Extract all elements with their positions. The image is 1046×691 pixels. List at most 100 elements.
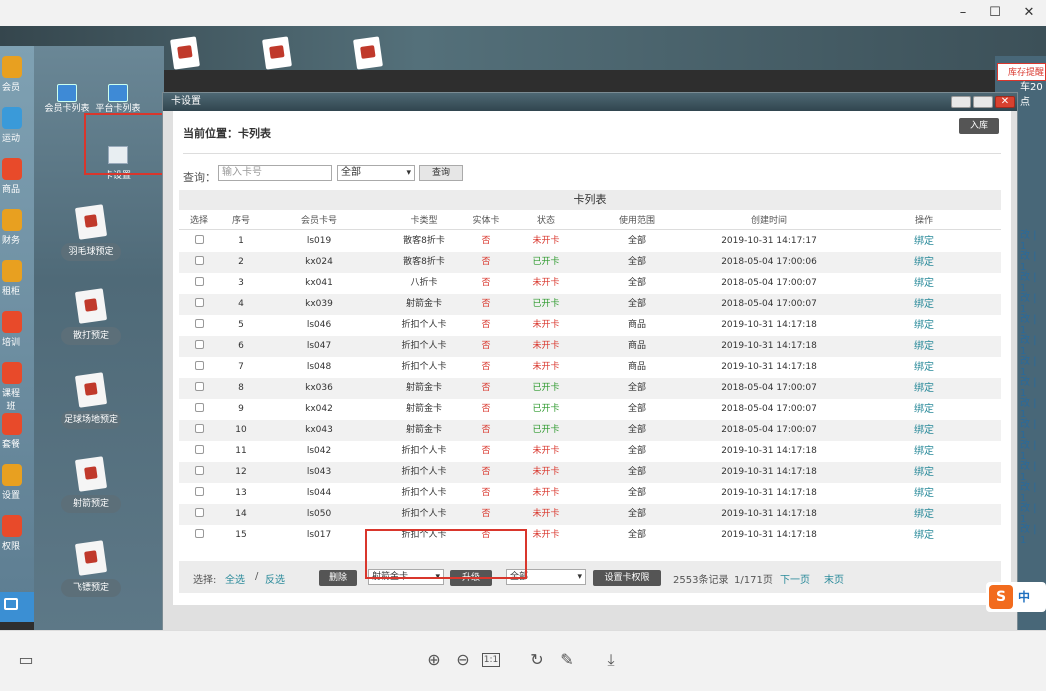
stock-in-button[interactable]: 入库 [959,118,999,134]
delete-button[interactable]: 删除 [319,570,357,586]
next-page-link[interactable]: 下一页 [780,571,810,586]
zoom-out-icon[interactable]: ⊖ [452,649,474,671]
row-checkbox[interactable] [194,445,204,454]
edit-icon[interactable]: ✎ [556,649,578,671]
row-checkbox[interactable] [194,529,204,538]
maximize-button[interactable]: ☐ [985,4,1005,22]
menu-icon [2,260,22,282]
left-menu-item[interactable]: 会员 [0,54,34,102]
menu-label: 商品 [1,185,20,195]
left-menu-item[interactable]: 权限 [0,513,34,561]
table-row: 1 ls019 散客8折卡 否 未开卡 全部 2019-10-31 14:17:17 绑定 [179,231,1001,252]
left-menu-item[interactable]: 设置 [0,462,34,510]
minimize-button[interactable]: – [953,4,973,22]
cell-physical: 否 [481,236,491,246]
bind-link[interactable]: 绑定 [879,252,969,273]
shortcut-label: 散打预定 [61,327,121,345]
desktop-shortcut[interactable]: 羽毛球预定 [56,204,126,261]
row-checkbox-cell [179,504,219,525]
bind-link[interactable]: 绑定 [879,420,969,441]
start-icon[interactable] [0,592,34,622]
row-checkbox[interactable] [194,361,204,370]
desktop-shortcut[interactable]: 飞镖预定 [56,540,126,597]
bind-link[interactable]: 绑定 [879,525,969,546]
bind-link[interactable]: 绑定 [879,336,969,357]
row-checkbox[interactable] [194,466,204,475]
close-button[interactable]: ✕ [1019,4,1039,22]
row-checkbox[interactable] [194,382,204,391]
left-menu-item[interactable]: 租柜 [0,258,34,306]
cell-physical: 否 [481,383,491,393]
desktop-shortcut[interactable]: 足球场地预定 [56,372,126,429]
cell-card: kx036 [305,383,333,393]
platform-card-list-shortcut[interactable]: 平台卡列表 [95,84,141,114]
cell-card: ls048 [306,362,332,372]
cell-physical: 否 [481,425,491,435]
bind-link[interactable]: 绑定 [879,441,969,462]
query-filter-select[interactable]: 全部 [337,165,415,181]
select-all-link[interactable]: 全选 [225,571,245,586]
dialog-maximize-button[interactable] [973,96,993,108]
row-checkbox[interactable] [194,256,204,265]
cell-status: 未开卡 [532,341,560,351]
ime-toolbar[interactable]: S 中 [986,582,1046,612]
download-icon[interactable]: ⤓ [600,649,622,671]
dialog-close-button[interactable]: ✕ [995,96,1015,108]
ime-mode[interactable]: 中 [1018,588,1030,605]
left-menu-item[interactable]: 财务 [0,207,34,255]
bind-link[interactable]: 绑定 [879,399,969,420]
row-checkbox[interactable] [194,277,204,286]
invert-selection-link[interactable]: 反选 [265,571,285,586]
zoom-in-icon[interactable]: ⊕ [423,649,445,671]
bind-link[interactable]: 绑定 [879,504,969,525]
cell-card: ls050 [306,509,332,519]
left-menu-item[interactable]: 运动 [0,105,34,153]
dialog-minimize-button[interactable] [951,96,971,108]
row-checkbox[interactable] [194,298,204,307]
bind-link[interactable]: 绑定 [879,357,969,378]
row-checkbox[interactable] [194,235,204,244]
row-checkbox[interactable] [194,508,204,517]
actual-size-icon[interactable]: 1:1 [482,653,500,667]
desktop-shortcut[interactable]: 射箭预定 [56,456,126,513]
desktop-shortcut[interactable]: 散打预定 [56,288,126,345]
row-checkbox[interactable] [194,487,204,496]
cell-created: 2019-10-31 14:17:18 [721,320,817,330]
left-menu-item[interactable]: 商品 [0,156,34,204]
bind-link[interactable]: 绑定 [879,483,969,504]
cell-card: ls044 [306,488,332,498]
cell-status: 未开卡 [532,530,560,540]
bind-link[interactable]: 绑定 [879,231,969,252]
cell-type: 折扣个人卡 [401,509,447,519]
query-button[interactable]: 查询 [419,165,463,181]
menu-label: 培训 [1,338,20,348]
row-checkbox[interactable] [194,403,204,412]
card-number-input[interactable]: 输入卡号 [218,165,332,181]
booking-icon [74,372,108,408]
bind-link[interactable]: 绑定 [879,273,969,294]
bind-link[interactable]: 绑定 [879,378,969,399]
left-menu-item[interactable]: 课程班 [0,360,34,412]
row-checkbox[interactable] [194,340,204,349]
thumbnail-icon[interactable]: ▭ [15,649,37,671]
row-checkbox[interactable] [194,424,204,433]
member-card-list-shortcut[interactable]: 会员卡列表 [44,84,90,114]
row-checkbox-cell [179,273,219,294]
cell-physical: 否 [481,404,491,414]
row-checkbox-cell [179,378,219,399]
cell-type: 折扣个人卡 [401,362,447,372]
left-menu-item[interactable]: 培训 [0,309,34,357]
shortcut-label: 会员卡列表 [44,104,90,114]
last-page-link[interactable]: 末页 [824,571,844,586]
bind-link[interactable]: 绑定 [879,294,969,315]
cell-card: ls043 [306,467,332,477]
bind-link[interactable]: 绑定 [879,462,969,483]
row-checkbox[interactable] [194,319,204,328]
set-card-permission-button[interactable]: 设置卡权限 [593,570,661,586]
rotate-icon[interactable]: ↻ [526,649,548,671]
table-row: 8 kx036 射箭金卡 否 已开卡 全部 2018-05-04 17:00:07 绑定 [179,378,1001,399]
left-menu-item[interactable]: 套餐 [0,411,34,459]
cell-status: 未开卡 [532,362,560,372]
bind-link[interactable]: 绑定 [879,315,969,336]
menu-label: 设置 [1,491,20,501]
